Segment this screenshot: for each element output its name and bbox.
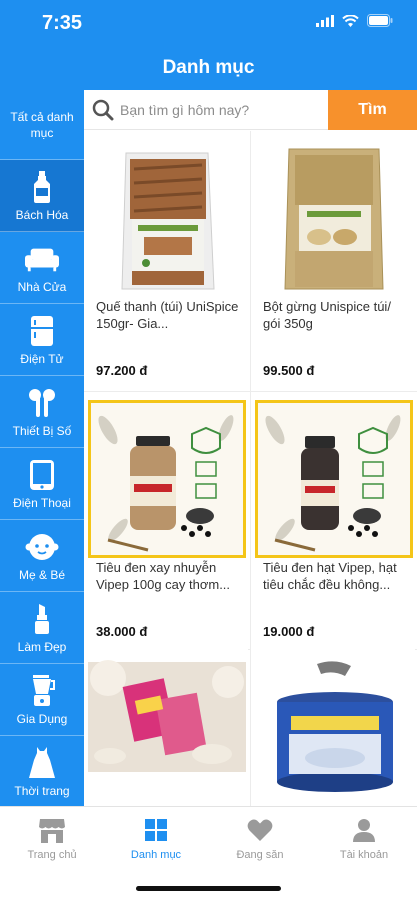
sidebar-item-bach-hoa[interactable]: Bách Hóa	[0, 160, 84, 232]
grid-icon	[104, 817, 208, 843]
sofa-icon	[25, 242, 59, 276]
sidebar-item-thoi-trang[interactable]: Thời trang	[0, 736, 84, 806]
tab-hunting[interactable]: Đang săn	[208, 817, 312, 861]
sidebar-item-dien-tu[interactable]: Điện Tử	[0, 304, 84, 376]
heart-icon	[208, 817, 312, 843]
battery-icon	[367, 14, 393, 27]
product-image	[255, 139, 413, 297]
tablet-icon	[25, 458, 59, 492]
product-card[interactable]: Tiêu đen hạt Vipep, hạt tiêu chắc đều kh…	[251, 392, 415, 652]
system-icons	[316, 14, 393, 27]
earbuds-icon	[25, 386, 59, 420]
product-card[interactable]: Quế thanh (túi) UniSpice 150gr- Gia... 9…	[84, 131, 248, 391]
product-image	[88, 400, 246, 558]
user-icon	[312, 817, 416, 843]
category-sidebar: Tất cả danh mục Bách Hóa Nhà Cửa Điện Tử…	[0, 90, 84, 806]
sidebar-item-dien-thoai[interactable]: Điện Thoại	[0, 448, 84, 520]
product-name: Quế thanh (túi) UniSpice 150gr- Gia...	[96, 299, 239, 331]
bottle-icon	[25, 170, 59, 204]
tab-label: Đang săn	[236, 849, 284, 861]
blender-icon	[25, 674, 59, 708]
sidebar-item-me-be[interactable]: Mẹ & Bé	[0, 520, 84, 592]
lipstick-icon	[25, 602, 59, 636]
sidebar-item-label: Bách Hóa	[15, 207, 69, 222]
product-image	[255, 658, 413, 806]
nav-bar: Danh mục	[0, 48, 417, 90]
sidebar-item-label: Thiết Bị Số	[12, 423, 72, 438]
sidebar-item-thiet-bi-so[interactable]: Thiết Bị Số	[0, 376, 84, 448]
product-card[interactable]: Tiêu đen xay nhuyễn Vipep 100g cay thơm.…	[84, 392, 248, 652]
tab-home[interactable]: Trang chủ	[0, 817, 104, 861]
search-input[interactable]	[120, 97, 320, 123]
tab-account[interactable]: Tài khoản	[312, 817, 416, 861]
sidebar-item-label: Gia Dụng	[16, 711, 68, 726]
sidebar-item-label: Mẹ & Bé	[18, 567, 66, 582]
store-icon	[0, 817, 104, 843]
page-title: Danh mục	[162, 57, 255, 78]
sidebar-item-label: Điện Thoại	[13, 495, 71, 510]
search-button[interactable]: Tìm	[328, 90, 417, 130]
search-bar: Tìm	[84, 90, 417, 130]
tab-label: Trang chủ	[27, 849, 77, 861]
product-card[interactable]	[251, 650, 415, 806]
home-indicator	[136, 886, 281, 891]
product-price: 99.500 đ	[263, 363, 315, 378]
tab-label: Danh mục	[130, 849, 182, 861]
sidebar-item-label: Tất cả danh mục	[10, 109, 74, 140]
wifi-icon	[342, 14, 359, 27]
product-image	[255, 400, 413, 558]
product-price: 97.200 đ	[96, 363, 148, 378]
product-card[interactable]: Bột gừng Unispice túi/ gói 350g 99.500 đ	[251, 131, 415, 391]
baby-face-icon	[25, 530, 59, 564]
sidebar-item-label: Làm Đẹp	[17, 639, 67, 654]
tab-label: Tài khoản	[339, 849, 389, 861]
product-card[interactable]	[84, 650, 248, 806]
status-time: 7:35	[42, 12, 83, 34]
tab-categories[interactable]: Danh mục	[104, 817, 208, 861]
sidebar-item-all[interactable]: Tất cả danh mục	[0, 90, 84, 160]
sidebar-item-label: Nhà Cửa	[17, 279, 67, 294]
product-image	[88, 139, 246, 297]
product-name: Tiêu đen hạt Vipep, hạt tiêu chắc đều kh…	[263, 560, 397, 592]
status-bar: 7:35	[0, 0, 417, 48]
signal-icon	[316, 14, 334, 27]
fridge-icon	[25, 314, 59, 348]
sidebar-item-label: Điện Tử	[20, 351, 64, 366]
sidebar-item-nha-cua[interactable]: Nhà Cửa	[0, 232, 84, 304]
product-price: 19.000 đ	[263, 624, 315, 639]
sidebar-item-lam-dep[interactable]: Làm Đẹp	[0, 592, 84, 664]
product-image	[88, 658, 246, 806]
search-icon	[92, 99, 114, 126]
sidebar-item-label: Thời trang	[14, 783, 70, 798]
sidebar-item-gia-dung[interactable]: Gia Dụng	[0, 664, 84, 736]
product-grid: Quế thanh (túi) UniSpice 150gr- Gia... 9…	[84, 131, 417, 806]
dress-icon	[25, 746, 59, 780]
product-name: Bột gừng Unispice túi/ gói 350g	[263, 299, 391, 331]
product-name: Tiêu đen xay nhuyễn Vipep 100g cay thơm.…	[96, 560, 231, 592]
product-price: 38.000 đ	[96, 624, 148, 639]
